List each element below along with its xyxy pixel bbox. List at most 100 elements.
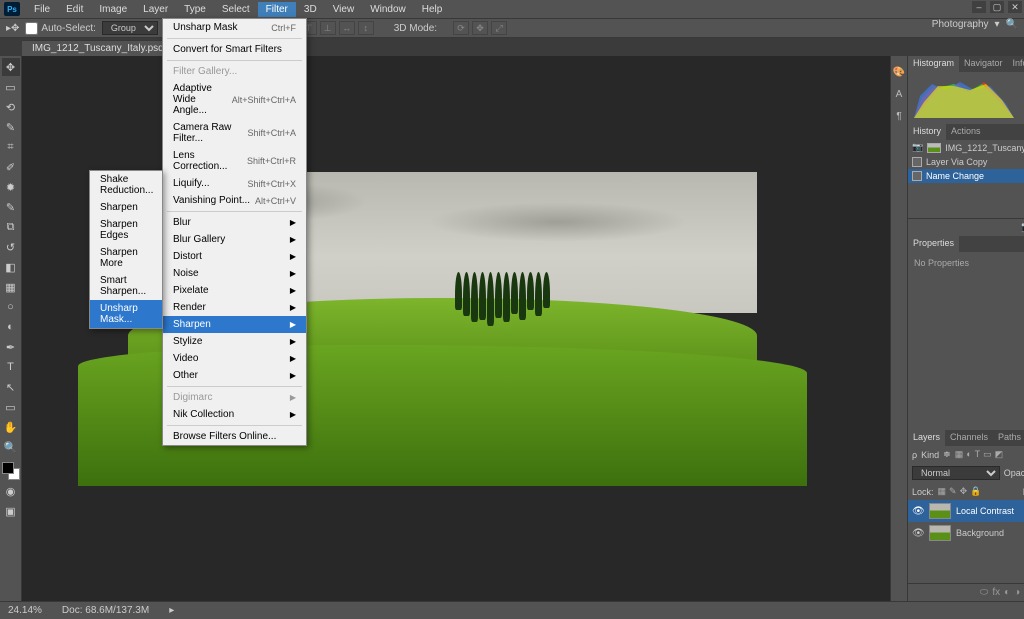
hand-tool[interactable]: ✋ bbox=[2, 418, 20, 436]
move-tool[interactable]: ✥ bbox=[2, 58, 20, 76]
filter-blur[interactable]: Blur▶ bbox=[163, 214, 306, 231]
filter-stylize[interactable]: Stylize▶ bbox=[163, 333, 306, 350]
lasso-tool[interactable]: ⟲ bbox=[2, 98, 20, 116]
filter-convert-smart[interactable]: Convert for Smart Filters bbox=[163, 41, 306, 58]
filter-blur-gallery[interactable]: Blur Gallery▶ bbox=[163, 231, 306, 248]
menu-select[interactable]: Select bbox=[214, 2, 258, 17]
tab-channels[interactable]: Channels bbox=[945, 430, 993, 446]
blur-tool[interactable]: ○ bbox=[2, 298, 20, 316]
link-icon[interactable]: ⬭ bbox=[980, 587, 989, 598]
history-snapshot[interactable]: 📷 IMG_1212_Tuscany_Italy.psd bbox=[908, 140, 1024, 155]
doc-size[interactable]: Doc: 68.6M/137.3M bbox=[62, 605, 149, 616]
filter-nik-collection[interactable]: Nik Collection▶ bbox=[163, 406, 306, 423]
gradient-tool[interactable]: ▦ bbox=[2, 278, 20, 296]
menu-type[interactable]: Type bbox=[176, 2, 214, 17]
sharpen-shake-reduction[interactable]: Shake Reduction... bbox=[90, 171, 162, 199]
filter-render[interactable]: Render▶ bbox=[163, 299, 306, 316]
menu-image[interactable]: Image bbox=[91, 2, 135, 17]
layer-filter-icons[interactable]: ▦◐T▭◩ bbox=[955, 449, 1003, 460]
pen-tool[interactable]: ✒ bbox=[2, 338, 20, 356]
type-tool[interactable]: T bbox=[2, 358, 20, 376]
menu-file[interactable]: File bbox=[26, 2, 58, 17]
menu-view[interactable]: View bbox=[325, 2, 363, 17]
maximize-button[interactable]: ▢ bbox=[990, 1, 1004, 13]
auto-select-checkbox[interactable]: Auto-Select: bbox=[25, 22, 95, 35]
quick-select-tool[interactable]: ✎ bbox=[2, 118, 20, 136]
filter-gallery[interactable]: Filter Gallery... bbox=[163, 63, 306, 80]
menu-edit[interactable]: Edit bbox=[58, 2, 91, 17]
tab-properties[interactable]: Properties bbox=[908, 236, 959, 252]
tab-history[interactable]: History bbox=[908, 124, 946, 140]
filter-camera-raw[interactable]: Camera Raw Filter...Shift+Ctrl+A bbox=[163, 119, 306, 147]
sharpen-sharpen[interactable]: Sharpen bbox=[90, 199, 162, 216]
lock-icons[interactable]: ▦✎✥🔒 bbox=[938, 486, 982, 497]
menu-layer[interactable]: Layer bbox=[135, 2, 176, 17]
history-step[interactable]: Name Change bbox=[908, 169, 1024, 183]
history-step[interactable]: Layer Via Copy bbox=[908, 155, 1024, 169]
shape-tool[interactable]: ▭ bbox=[2, 398, 20, 416]
path-select-tool[interactable]: ↖ bbox=[2, 378, 20, 396]
tab-navigator[interactable]: Navigator bbox=[959, 56, 1008, 72]
filter-pixelate[interactable]: Pixelate▶ bbox=[163, 282, 306, 299]
quick-mask-icon[interactable]: ◉ bbox=[2, 482, 20, 500]
history-brush-tool[interactable]: ↺ bbox=[2, 238, 20, 256]
menu-filter[interactable]: Filter bbox=[258, 2, 296, 17]
tab-info[interactable]: Info bbox=[1008, 56, 1024, 72]
align-icon[interactable]: ⊥ bbox=[320, 21, 336, 35]
filter-adaptive-wide-angle[interactable]: Adaptive Wide Angle...Alt+Shift+Ctrl+A bbox=[163, 80, 306, 119]
paragraph-panel-icon[interactable]: ¶ bbox=[891, 108, 907, 124]
menu-3d[interactable]: 3D bbox=[296, 2, 325, 17]
layer-row[interactable]: 👁 Local Contrast bbox=[908, 500, 1024, 522]
orbit-icon[interactable]: ⟳ bbox=[453, 21, 469, 35]
eyedropper-tool[interactable]: ✐ bbox=[2, 158, 20, 176]
search-icon[interactable]: 🔍 bbox=[1006, 19, 1018, 30]
tab-actions[interactable]: Actions bbox=[946, 124, 986, 140]
brush-tool[interactable]: ✎ bbox=[2, 198, 20, 216]
sharpen-smart[interactable]: Smart Sharpen... bbox=[90, 272, 162, 300]
character-panel-icon[interactable]: A bbox=[891, 86, 907, 102]
menu-window[interactable]: Window bbox=[362, 2, 414, 17]
workspace-switcher[interactable]: Photography▾ 🔍 bbox=[932, 19, 1018, 30]
sharpen-edges[interactable]: Sharpen Edges bbox=[90, 216, 162, 244]
filter-liquify[interactable]: Liquify...Shift+Ctrl+X bbox=[163, 175, 306, 192]
auto-select-target[interactable]: Group bbox=[102, 21, 158, 35]
menu-help[interactable]: Help bbox=[414, 2, 451, 17]
adjustment-icon[interactable]: ◑ bbox=[1014, 587, 1020, 598]
mask-icon[interactable]: ◐ bbox=[1004, 587, 1010, 598]
filter-browse-online[interactable]: Browse Filters Online... bbox=[163, 428, 306, 445]
filter-digimarc[interactable]: Digimarc▶ bbox=[163, 389, 306, 406]
visibility-icon[interactable]: 👁 bbox=[912, 528, 924, 539]
sharpen-more[interactable]: Sharpen More bbox=[90, 244, 162, 272]
fx-icon[interactable]: fx bbox=[992, 587, 1000, 598]
filter-noise[interactable]: Noise▶ bbox=[163, 265, 306, 282]
tab-layers[interactable]: Layers bbox=[908, 430, 945, 446]
crop-tool[interactable]: ⌗ bbox=[2, 138, 20, 156]
clone-stamp-tool[interactable]: ⧉ bbox=[2, 218, 20, 236]
filter-vanishing-point[interactable]: Vanishing Point...Alt+Ctrl+V bbox=[163, 192, 306, 209]
marquee-tool[interactable]: ▭ bbox=[2, 78, 20, 96]
align-icon[interactable]: ↕ bbox=[358, 21, 374, 35]
foreground-color[interactable] bbox=[2, 462, 14, 474]
chevron-right-icon[interactable]: ▸ bbox=[169, 605, 174, 616]
filter-lens-correction[interactable]: Lens Correction...Shift+Ctrl+R bbox=[163, 147, 306, 175]
layer-row[interactable]: 👁 Background 🔒 bbox=[908, 522, 1024, 544]
close-button[interactable]: ✕ bbox=[1008, 1, 1022, 13]
zoom-level[interactable]: 24.14% bbox=[8, 605, 42, 616]
pan-icon[interactable]: ✥ bbox=[472, 21, 488, 35]
zoom-tool[interactable]: 🔍 bbox=[2, 438, 20, 456]
filter-video[interactable]: Video▶ bbox=[163, 350, 306, 367]
align-icon[interactable]: ↔ bbox=[339, 21, 355, 35]
filter-last[interactable]: Unsharp MaskCtrl+F bbox=[163, 19, 306, 36]
color-swatches[interactable] bbox=[2, 462, 20, 480]
visibility-icon[interactable]: 👁 bbox=[912, 506, 924, 517]
filter-sharpen[interactable]: Sharpen▶ bbox=[163, 316, 306, 333]
filter-distort[interactable]: Distort▶ bbox=[163, 248, 306, 265]
sharpen-unsharp-mask[interactable]: Unsharp Mask... bbox=[90, 300, 162, 328]
dodge-tool[interactable]: ◐ bbox=[2, 318, 20, 336]
tab-paths[interactable]: Paths bbox=[993, 430, 1024, 446]
blend-mode-select[interactable]: Normal bbox=[912, 466, 1000, 480]
color-panel-icon[interactable]: 🎨 bbox=[891, 64, 907, 80]
screen-mode-icon[interactable]: ▣ bbox=[2, 502, 20, 520]
eraser-tool[interactable]: ◧ bbox=[2, 258, 20, 276]
spot-heal-tool[interactable]: ✹ bbox=[2, 178, 20, 196]
